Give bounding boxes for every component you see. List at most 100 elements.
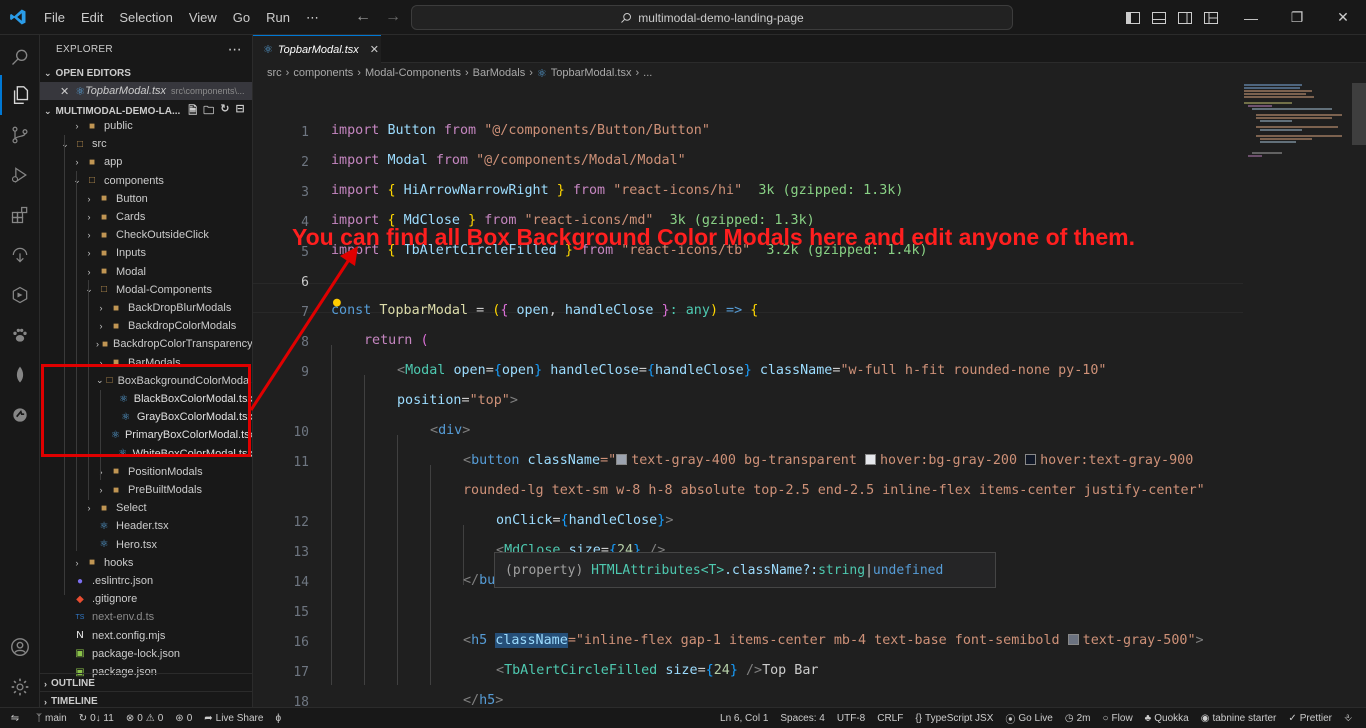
tree-item[interactable]: › ■ CheckOutsideClick (40, 226, 252, 244)
go-live-item[interactable]: ⦿ Go Live (999, 711, 1058, 726)
color-swatch[interactable] (864, 454, 876, 465)
close-icon[interactable]: ✕ (60, 85, 69, 98)
outline-section[interactable]: › OUTLINE (40, 673, 252, 693)
run-debug-icon[interactable] (0, 155, 40, 195)
tree-item[interactable]: › ■ Button (40, 190, 252, 208)
code-token: import (331, 123, 380, 138)
vertical-scrollbar[interactable] (1352, 83, 1366, 145)
notifications-item[interactable]: ⎀ (1338, 713, 1358, 724)
extensions-icon[interactable] (0, 195, 40, 235)
tree-item[interactable]: ⚛ Hero.tsx (40, 536, 252, 554)
chevron-down-icon: ⌄ (44, 105, 52, 116)
account-icon[interactable] (0, 627, 40, 667)
menu-go[interactable]: Go (225, 0, 258, 35)
tree-item[interactable]: ⌄ □ src (40, 135, 252, 153)
mongodb-leaf-icon[interactable] (0, 355, 40, 395)
lightning-item[interactable]: ϕ (269, 713, 287, 724)
search-view-icon[interactable] (0, 37, 40, 77)
tree-item[interactable]: › ■ app (40, 153, 252, 171)
manage-gear-icon[interactable] (0, 667, 40, 707)
code-token: position (397, 393, 462, 408)
toggle-primary-sidebar-icon[interactable] (1125, 10, 1141, 26)
tree-item[interactable]: ◆ .gitignore (40, 590, 252, 608)
menu-file[interactable]: File (36, 0, 73, 35)
quokka-paw-icon[interactable] (0, 315, 40, 355)
menu-run[interactable]: Run (258, 0, 298, 35)
tab-topbarmodal[interactable]: ⚛ TopbarModal.tsx ✕ (253, 35, 381, 63)
minimap[interactable] (1242, 83, 1352, 183)
sync-item[interactable]: ↻ 0↓ 11 (73, 713, 120, 724)
restore-icon[interactable]: ❐ (1274, 0, 1320, 35)
tree-item[interactable]: › ■ Cards (40, 208, 252, 226)
explorer-icon[interactable] (0, 75, 40, 115)
breadcrumb-item[interactable]: src (267, 67, 282, 79)
cursor-position[interactable]: Ln 6, Col 1 (714, 713, 774, 724)
live-share-item[interactable]: ➦ Live Share (198, 713, 269, 724)
tree-item[interactable]: TS next-env.d.ts (40, 608, 252, 626)
tree-item[interactable]: › ■ PositionModals (40, 463, 252, 481)
tree-item[interactable]: ⌄ □ Modal-Components (40, 281, 252, 299)
tree-item[interactable]: › ■ Select (40, 499, 252, 517)
tree-item[interactable]: ⚛ Header.tsx (40, 517, 252, 535)
code-token: div (438, 423, 463, 438)
prettier-item[interactable]: ✓ Prettier (1282, 713, 1338, 724)
go-live-label: Go Live (1018, 712, 1053, 724)
tree-item[interactable]: › ■ PreBuiltModals (40, 481, 252, 499)
breadcrumb-item[interactable]: BarModals (473, 67, 526, 79)
tree-item[interactable]: ▣ package-lock.json (40, 645, 252, 663)
color-swatch[interactable] (616, 454, 628, 465)
tabnine-item[interactable]: ◉ tabnine starter (1195, 713, 1283, 724)
breadcrumb-item[interactable]: Modal-Components (365, 67, 461, 79)
time-item[interactable]: ◷ 2m (1059, 713, 1097, 724)
close-window-icon[interactable]: ✕ (1320, 0, 1366, 35)
quokka-item[interactable]: ♣ Quokka (1139, 713, 1195, 724)
indentation[interactable]: Spaces: 4 (774, 713, 830, 724)
flow-item[interactable]: ○ Flow (1097, 713, 1139, 724)
open-editor-item[interactable]: ✕ ⚛ TopbarModal.tsx src\components\... (40, 82, 252, 100)
minimize-icon[interactable]: — (1228, 0, 1274, 35)
tree-item[interactable]: › ■ public (40, 117, 252, 135)
color-swatch[interactable] (1067, 634, 1079, 645)
tree-item[interactable]: › ■ BackDropBlurModals (40, 299, 252, 317)
branch-item[interactable]: ᛉ main (30, 713, 73, 724)
command-center-search[interactable]: multimodal-demo-landing-page (411, 5, 1013, 30)
toggle-secondary-sidebar-icon[interactable] (1177, 10, 1193, 26)
more-actions-icon[interactable]: ⋯ (228, 41, 242, 58)
remote-indicator-icon[interactable]: ⇋ (0, 707, 30, 728)
customize-layout-icon[interactable] (1203, 10, 1219, 26)
source-control-icon[interactable] (0, 115, 40, 155)
tree-item[interactable]: › ■ Modal (40, 263, 252, 281)
color-swatch[interactable] (1025, 454, 1037, 465)
tree-item[interactable]: ● .eslintrc.json (40, 572, 252, 590)
ports-item[interactable]: ⊛ 0 (169, 713, 198, 724)
tree-item[interactable]: Nnext.config.mjs (40, 627, 252, 645)
encoding[interactable]: UTF-8 (831, 713, 871, 724)
end-of-line[interactable]: CRLF (871, 713, 909, 724)
menu-more[interactable]: ⋯ (298, 0, 327, 35)
tree-item[interactable]: ⌄ □ components (40, 172, 252, 190)
toggle-panel-icon[interactable] (1151, 10, 1167, 26)
remote-explorer-icon[interactable] (0, 235, 40, 275)
menu-view[interactable]: View (181, 0, 225, 35)
tree-item[interactable]: › ■ hooks (40, 554, 252, 572)
menu-selection[interactable]: Selection (111, 0, 180, 35)
tree-item[interactable]: › ■ BackdropColorModals (40, 317, 252, 335)
testing-icon[interactable] (0, 275, 40, 315)
tabnine-icon[interactable] (0, 395, 40, 435)
code-editor[interactable]: 1 2 3 4 5 6 7 8 9 10 11 12 13 14 15 16 1… (253, 83, 1243, 728)
back-arrow-icon[interactable]: ← (355, 8, 371, 26)
breadcrumb-item[interactable]: TopbarModal.tsx (551, 67, 632, 79)
language-mode[interactable]: {} TypeScript JSX (909, 713, 999, 724)
tab-close-icon[interactable]: ✕ (370, 43, 379, 56)
tree-item[interactable]: › ■ Inputs (40, 244, 252, 262)
code-token: } (534, 363, 543, 378)
breadcrumb-item[interactable]: ... (643, 67, 652, 79)
flow-icon: ○ (1102, 712, 1109, 724)
breadcrumb-item[interactable]: components (293, 67, 353, 79)
problems-item[interactable]: ⊗ 0 ⚠ 0 (120, 713, 169, 724)
timeline-section[interactable]: › TIMELINE (40, 691, 252, 707)
forward-arrow-icon[interactable]: → (385, 8, 401, 26)
tree-item[interactable]: › ■ BackdropColorTransparency... (40, 335, 252, 353)
open-editors-section[interactable]: ⌄ OPEN EDITORS (40, 63, 252, 83)
menu-edit[interactable]: Edit (73, 0, 111, 35)
